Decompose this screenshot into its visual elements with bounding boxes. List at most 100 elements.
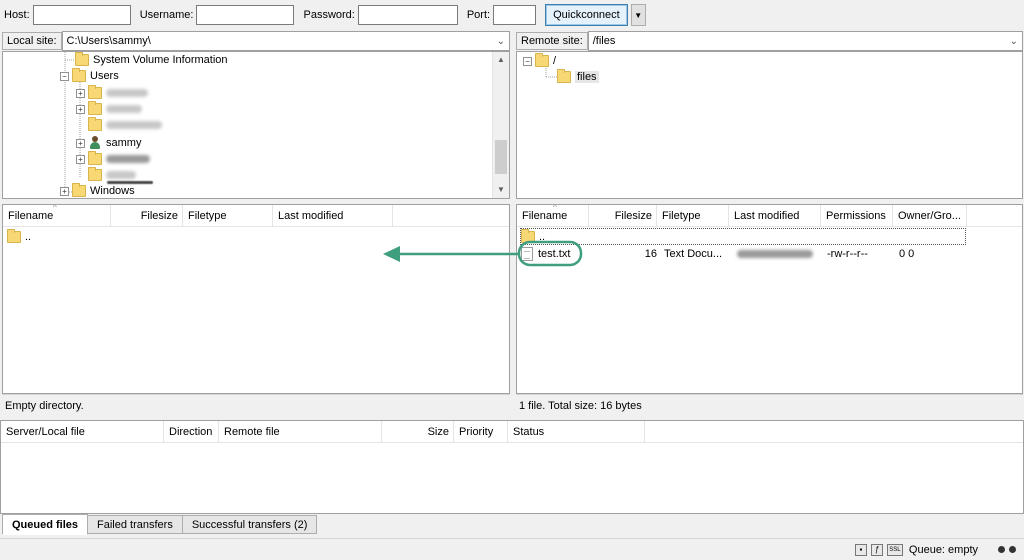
tree-item-sammy[interactable]: + sammy <box>76 135 141 151</box>
column-filetype[interactable]: Filetype <box>657 205 729 227</box>
focused-row-outline <box>520 228 966 245</box>
remote-tree-pane: − / files <box>516 51 1023 199</box>
redacted-label <box>106 155 150 163</box>
folder-icon <box>88 151 102 165</box>
host-input[interactable] <box>32 5 131 25</box>
user-folder-icon <box>88 136 102 150</box>
file-type: Text Docu... <box>664 248 723 260</box>
tree-item-redacted[interactable]: + <box>76 151 150 167</box>
column-last-modified[interactable]: Last modified <box>273 205 393 227</box>
column-filetype[interactable]: Filetype <box>183 205 273 227</box>
column-filename[interactable]: Filename <box>517 205 589 227</box>
column-last-modified[interactable]: Last modified <box>729 205 821 227</box>
scroll-down-icon[interactable]: ▼ <box>493 182 509 198</box>
column-filename[interactable]: Filename <box>3 205 111 227</box>
tree-item-files[interactable]: files <box>557 69 599 85</box>
column-filesize[interactable]: Filesize <box>589 205 657 227</box>
redacted-label <box>106 121 162 129</box>
file-permissions: -rw-r--r-- <box>827 248 868 260</box>
remote-path-text: /files <box>592 35 616 47</box>
folder-icon <box>521 229 535 243</box>
folder-icon <box>75 52 89 66</box>
file-size: 16 <box>644 248 657 260</box>
queue-tabs: Queued files Failed transfers Successful… <box>2 514 318 535</box>
expand-icon[interactable]: + <box>76 154 85 164</box>
local-tree-scrollbar[interactable]: ▲ ▼ <box>492 52 509 198</box>
column-status[interactable]: Status <box>508 421 645 443</box>
local-tree-pane: System Volume Information − Users + + + … <box>2 51 510 199</box>
quickconnect-dropdown-button[interactable]: ▼ <box>630 4 646 26</box>
column-permissions[interactable]: Permissions <box>821 205 893 227</box>
local-status-text: Empty directory. <box>5 399 84 412</box>
local-path-input[interactable]: C:\Users\sammy\ ⌄ <box>61 31 510 51</box>
chevron-down-icon[interactable]: ⌄ <box>497 36 505 47</box>
expand-icon[interactable]: + <box>76 138 85 148</box>
quickconnect-button[interactable]: Quickconnect <box>545 4 628 26</box>
folder-icon <box>88 101 102 115</box>
local-path-text: C:\Users\sammy\ <box>66 35 151 47</box>
tree-item-redacted[interactable] <box>88 117 162 133</box>
remote-status-bar: 1 file. Total size: 16 bytes <box>516 394 1023 416</box>
triangle-down-icon: ▼ <box>634 10 643 20</box>
file-row-test-txt[interactable]: test.txt 16 Text Docu... -rw-r--r-- 0 0 <box>521 245 967 263</box>
tree-item-label: Users <box>90 70 119 82</box>
password-input[interactable] <box>357 5 458 25</box>
tree-item-redacted[interactable]: + <box>76 101 142 117</box>
file-owner: 0 0 <box>899 248 915 260</box>
folder-icon <box>7 229 21 243</box>
tree-item-label: / <box>553 55 557 67</box>
column-size[interactable]: Size <box>382 421 454 443</box>
column-priority[interactable]: Priority <box>454 421 508 443</box>
remote-site-label: Remote site: <box>516 32 588 50</box>
chevron-down-icon[interactable]: ⌄ <box>1010 36 1018 47</box>
collapse-icon[interactable]: − <box>60 71 69 81</box>
redacted-label <box>106 105 142 113</box>
tree-item-system-volume[interactable]: System Volume Information <box>75 52 228 68</box>
tab-successful-transfers[interactable]: Successful transfers (2) <box>181 515 318 534</box>
queue-column-header: Server/Local file Direction Remote file … <box>1 421 1023 443</box>
expand-icon[interactable]: + <box>60 186 69 196</box>
column-server-local-file[interactable]: Server/Local file <box>1 421 164 443</box>
local-file-list: ^ Filename Filesize Filetype Last modifi… <box>2 204 510 394</box>
column-remote-file[interactable]: Remote file <box>219 421 382 443</box>
username-input[interactable] <box>196 5 295 25</box>
tree-item-label: files <box>575 71 599 83</box>
scroll-up-icon[interactable]: ▲ <box>493 52 509 68</box>
column-owner-group[interactable]: Owner/Gro... <box>893 205 967 227</box>
collapse-icon[interactable]: − <box>523 56 532 66</box>
main-status-bar: ▪ ƒ SSL Queue: empty <box>0 538 1024 560</box>
file-modified-redacted <box>737 250 813 258</box>
expand-icon[interactable]: + <box>76 104 85 114</box>
lock-icon: ▪ <box>854 543 867 556</box>
speed-limit-icon[interactable]: ƒ <box>870 543 883 556</box>
tree-item-redacted[interactable]: + <box>76 85 148 101</box>
local-status-bar: Empty directory. <box>2 394 510 416</box>
local-site-bar: Local site: C:\Users\sammy\ ⌄ <box>2 31 510 51</box>
host-label: Host: <box>4 9 30 21</box>
queue-status-text: Queue: empty <box>908 543 978 556</box>
port-input[interactable] <box>493 5 537 25</box>
tree-item-root[interactable]: − / <box>523 53 556 69</box>
file-name: .. <box>539 231 546 243</box>
expand-icon[interactable]: + <box>76 88 85 98</box>
tree-item-label: sammy <box>106 137 142 149</box>
tree-item-users[interactable]: − Users <box>60 68 119 84</box>
scroll-thumb[interactable] <box>495 140 507 174</box>
column-filesize[interactable]: Filesize <box>111 205 183 227</box>
local-column-header: ^ Filename Filesize Filetype Last modifi… <box>3 205 509 227</box>
remote-status-text: 1 file. Total size: 16 bytes <box>519 399 642 412</box>
file-row-parent[interactable]: .. <box>521 228 545 246</box>
folder-icon <box>88 117 102 131</box>
tree-item-label: Windows <box>90 185 135 197</box>
file-row-parent[interactable]: .. <box>7 228 31 246</box>
activity-indicator-icon <box>1009 546 1016 553</box>
remote-site-bar: Remote site: /files ⌄ <box>516 31 1023 51</box>
tab-queued-files[interactable]: Queued files <box>2 514 89 535</box>
remote-path-input[interactable]: /files ⌄ <box>587 31 1023 51</box>
folder-icon <box>88 167 102 181</box>
text-file-icon <box>521 247 533 261</box>
tab-failed-transfers[interactable]: Failed transfers <box>87 515 183 534</box>
transfer-queue-pane: Server/Local file Direction Remote file … <box>0 420 1024 514</box>
column-direction[interactable]: Direction <box>164 421 219 443</box>
tree-item-windows[interactable]: + Windows <box>60 183 135 198</box>
